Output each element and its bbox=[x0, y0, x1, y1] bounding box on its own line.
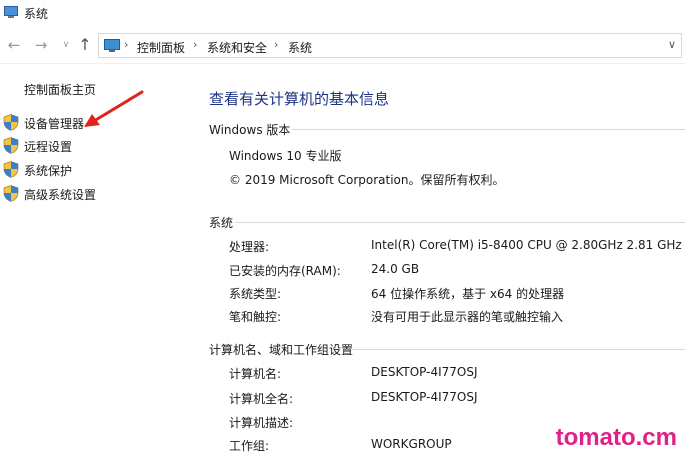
system-type-label: 系统类型: bbox=[229, 287, 282, 301]
breadcrumb-separator-icon[interactable]: › bbox=[274, 38, 278, 51]
computer-name-heading: 计算机名、域和工作组设置 bbox=[209, 343, 354, 357]
shield-icon bbox=[3, 185, 19, 205]
annotation-arrow-icon bbox=[84, 90, 144, 127]
shield-icon bbox=[3, 114, 19, 134]
chevron-down-icon[interactable]: ∨ bbox=[668, 38, 676, 51]
navigation-bar: ← → ∨ ↑ › 控制面板 › 系统和安全 › 系统 ∨ bbox=[0, 26, 685, 64]
watermark-text: tomato.cm bbox=[555, 424, 677, 451]
pen-touch-label: 笔和触控: bbox=[229, 310, 282, 324]
copyright-text: © 2019 Microsoft Corporation。保留所有权利。 bbox=[229, 173, 505, 187]
ram-label: 已安装的内存(RAM): bbox=[229, 264, 341, 278]
ram-value: 24.0 GB bbox=[371, 262, 420, 276]
workgroup-value: WORKGROUP bbox=[371, 437, 452, 451]
address-bar[interactable]: › 控制面板 › 系统和安全 › 系统 ∨ bbox=[98, 33, 682, 58]
processor-label: 处理器: bbox=[229, 240, 270, 254]
title-bar: 系统 bbox=[0, 0, 685, 26]
full-computer-name-value: DESKTOP-4I77OSJ bbox=[371, 390, 478, 404]
forward-arrow-icon[interactable]: → bbox=[33, 36, 49, 54]
workgroup-label: 工作组: bbox=[229, 439, 270, 453]
up-arrow-icon[interactable]: ↑ bbox=[77, 36, 93, 54]
processor-value: Intel(R) Core(TM) i5-8400 CPU @ 2.80GHz … bbox=[371, 238, 682, 252]
shield-icon bbox=[3, 161, 19, 181]
window-title: 系统 bbox=[24, 7, 49, 21]
sidebar-item-label: 系统保护 bbox=[24, 164, 73, 178]
section-divider bbox=[236, 222, 685, 223]
main-content: 查看有关计算机的基本信息 Windows 版本 Windows 10 专业版 ©… bbox=[190, 64, 685, 462]
computer-name-label: 计算机名: bbox=[229, 367, 282, 381]
breadcrumb-control-panel[interactable]: 控制面板 bbox=[137, 39, 185, 56]
computer-name-value: DESKTOP-4I77OSJ bbox=[371, 365, 478, 379]
system-type-value: 64 位操作系统，基于 x64 的处理器 bbox=[371, 287, 565, 301]
shield-icon bbox=[3, 137, 19, 157]
page-title: 查看有关计算机的基本信息 bbox=[209, 90, 390, 108]
full-computer-name-label: 计算机全名: bbox=[229, 392, 294, 406]
section-divider bbox=[292, 129, 685, 130]
sidebar-item-label: 远程设置 bbox=[24, 140, 73, 154]
pen-touch-value: 没有可用于此显示器的笔或触控输入 bbox=[371, 310, 564, 324]
breadcrumb-system[interactable]: 系统 bbox=[288, 39, 312, 56]
breadcrumb-separator-icon: › bbox=[124, 38, 129, 51]
sidebar-item-label: 高级系统设置 bbox=[24, 188, 97, 202]
breadcrumb-separator-icon[interactable]: › bbox=[193, 38, 197, 51]
section-divider bbox=[352, 349, 685, 350]
system-heading: 系统 bbox=[209, 216, 234, 230]
breadcrumb-system-security[interactable]: 系统和安全 bbox=[207, 39, 267, 56]
windows-edition-value: Windows 10 专业版 bbox=[229, 149, 342, 163]
back-arrow-icon[interactable]: ← bbox=[6, 36, 22, 54]
system-window-icon bbox=[4, 6, 18, 22]
control-panel-icon bbox=[104, 39, 120, 55]
sidebar-item-label: 设备管理器 bbox=[24, 117, 85, 131]
computer-description-label: 计算机描述: bbox=[229, 416, 294, 430]
windows-edition-heading: Windows 版本 bbox=[209, 123, 291, 137]
recent-locations-chevron-icon[interactable]: ∨ bbox=[58, 36, 74, 54]
